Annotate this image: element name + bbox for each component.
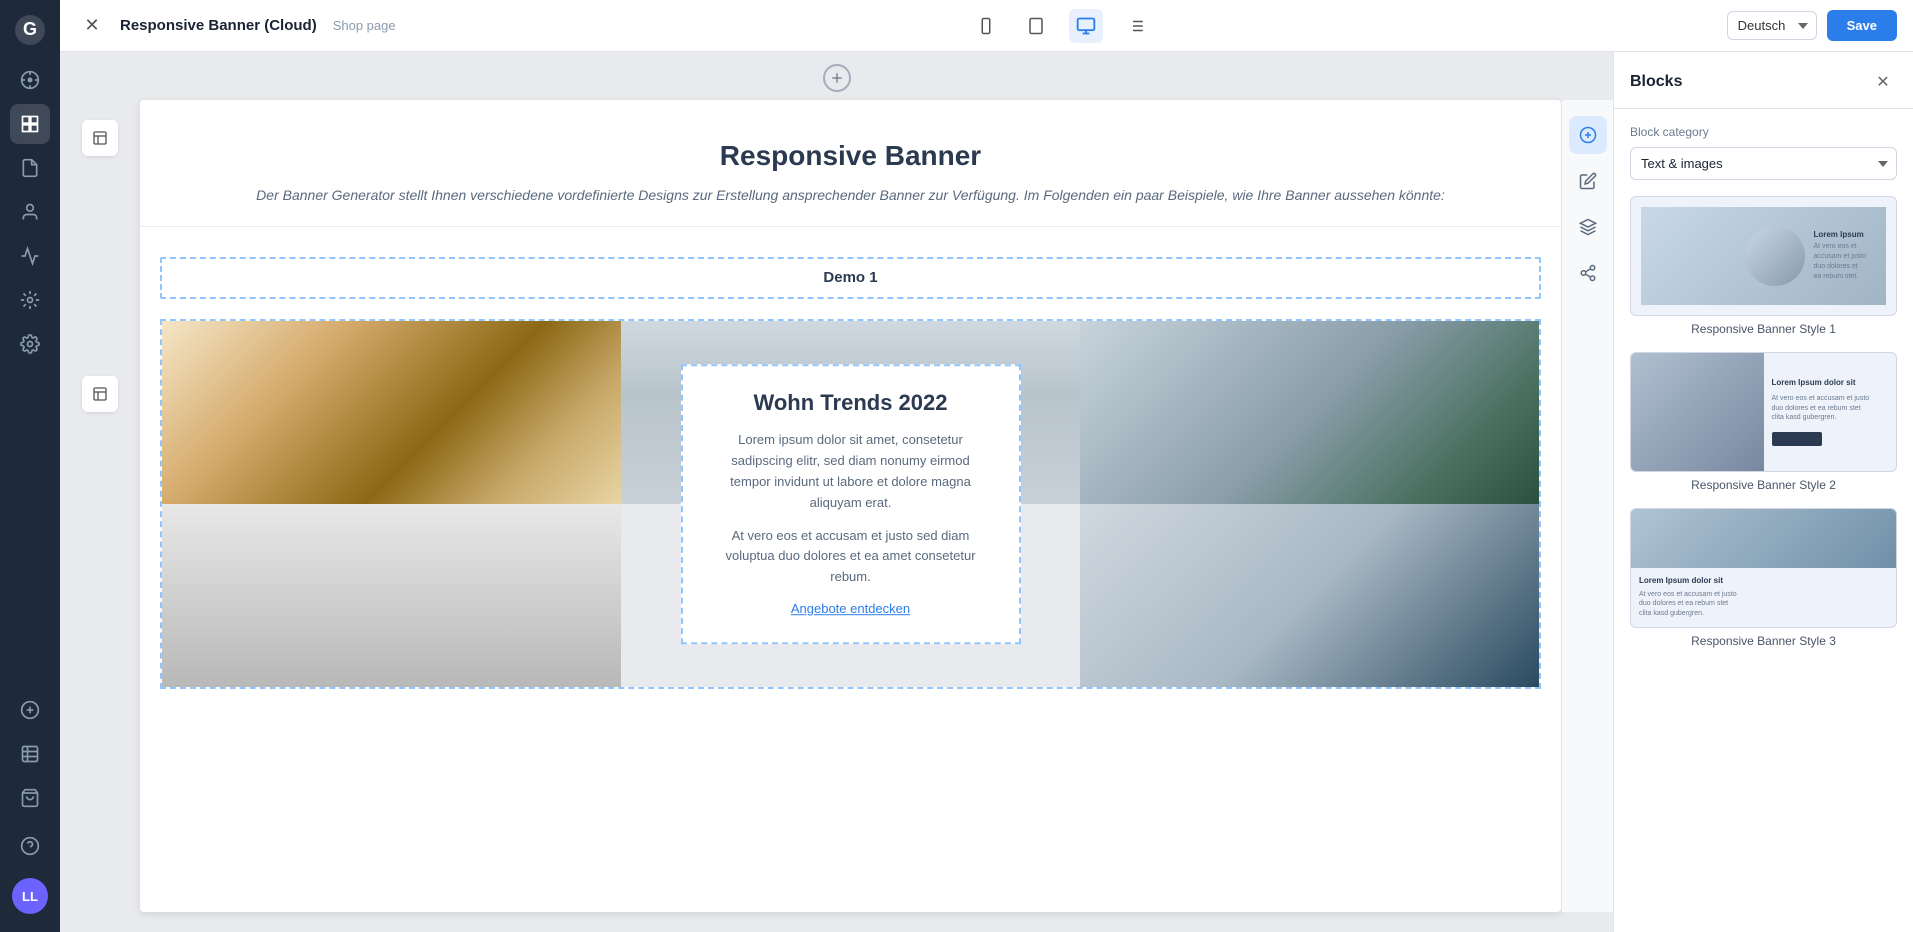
page-subtitle: Shop page [333,18,396,33]
mobile-view-button[interactable] [969,9,1003,43]
sidebar-item-table[interactable] [10,734,50,774]
add-block-bar [60,52,1613,100]
style1-circle [1745,226,1805,286]
block-style2-thumbnail[interactable]: Lorem Ipsum dolor sit At vero eos et acc… [1630,352,1897,472]
close-button[interactable]: ✕ [76,10,108,42]
editor-area: Responsive Banner Der Banner Generator s… [60,52,1613,932]
blocks-panel-close-button[interactable]: ✕ [1869,68,1897,96]
tool-share[interactable] [1569,254,1607,292]
style3-thumb-body: At vero eos et accusam et justoduo dolor… [1639,590,1888,619]
style2-thumb-title: Lorem Ipsum dolor sit [1772,378,1889,387]
main-wrapper: ✕ Responsive Banner (Cloud) Shop page De… [60,0,1913,932]
svg-text:G: G [23,19,37,39]
save-button[interactable]: Save [1827,10,1897,41]
content-area: Responsive Banner Der Banner Generator s… [60,52,1913,932]
sidebar-item-extensions[interactable] [10,280,50,320]
overlay-body2: At vero eos et accusam et justo sed diam… [711,526,991,588]
demo-label-box: Demo 1 [160,257,1541,299]
image-grid: Wohn Trends 2022 Lorem ipsum dolor sit a… [160,319,1541,689]
block-style1-thumbnail[interactable]: Lorem Ipsum At vero eos etaccusam et jus… [1630,196,1897,316]
page-title: Responsive Banner (Cloud) [120,17,317,34]
sidebar-item-layout[interactable] [10,104,50,144]
block-style1-item: Lorem Ipsum At vero eos etaccusam et jus… [1630,196,1897,336]
desktop-view-button[interactable] [1069,9,1103,43]
style1-preview: Lorem Ipsum At vero eos etaccusam et jus… [1631,197,1896,315]
right-tool-panel [1561,100,1613,912]
image-cell-sideboard [1080,504,1539,687]
style2-preview: Lorem Ipsum dolor sit At vero eos et acc… [1631,353,1896,471]
block-style2-label: Responsive Banner Style 2 [1630,478,1897,492]
style3-thumb-title: Lorem Ipsum dolor sit [1639,576,1888,585]
sidebar-item-dashboard[interactable] [10,60,50,100]
sidebar-item-add[interactable] [10,690,50,730]
style3-text: Lorem Ipsum dolor sit At vero eos et acc… [1631,568,1896,627]
style2-text: Lorem Ipsum dolor sit At vero eos et acc… [1764,353,1897,471]
tool-edit[interactable] [1569,162,1607,200]
style1-content: Lorem Ipsum At vero eos etaccusam et jus… [1745,226,1866,286]
app-logo[interactable]: G [10,10,50,50]
view-mode-switcher [408,9,1715,43]
tool-layers[interactable] [1569,208,1607,246]
style2-img [1631,353,1764,471]
style3-preview: Lorem Ipsum dolor sit At vero eos et acc… [1631,509,1896,627]
blocks-panel-header: Blocks ✕ [1614,52,1913,109]
blocks-panel-title: Blocks [1630,73,1682,91]
add-block-top-button[interactable] [823,64,851,92]
tablet-view-button[interactable] [1019,9,1053,43]
block-style1-label: Responsive Banner Style 1 [1630,322,1897,336]
tool-add-block[interactable] [1569,116,1607,154]
canvas-wrapper: Responsive Banner Der Banner Generator s… [60,100,1613,932]
canvas-left-tools [60,100,140,912]
sidebar-item-marketing[interactable] [10,236,50,276]
image-cell-mirror-room [1080,321,1539,504]
block-style3-item: Lorem Ipsum dolor sit At vero eos et acc… [1630,508,1897,648]
user-avatar[interactable]: LL [12,878,48,914]
canvas: Responsive Banner Der Banner Generator s… [140,100,1561,912]
sidebar-item-bag[interactable] [10,778,50,818]
style2-thumb-button [1772,432,1822,446]
banner-title: Responsive Banner [160,140,1541,172]
overlay-body1: Lorem ipsum dolor sit amet, consetetur s… [711,431,991,514]
canvas-tool-1[interactable] [82,120,118,156]
banner-header: Responsive Banner Der Banner Generator s… [140,100,1561,227]
block-style2-item: Lorem Ipsum dolor sit At vero eos et acc… [1630,352,1897,492]
image-cell-white-vase [162,504,621,687]
style1-thumb-body: At vero eos etaccusam et justoduo dolore… [1813,242,1866,281]
banner-subtitle: Der Banner Generator stellt Ihnen versch… [160,184,1541,206]
overlay-content-box: Wohn Trends 2022 Lorem ipsum dolor sit a… [681,365,1021,645]
sidebar-item-users[interactable] [10,192,50,232]
topbar: ✕ Responsive Banner (Cloud) Shop page De… [60,0,1913,52]
language-selector[interactable]: Deutsch English Français [1727,11,1817,40]
style1-text-block: Lorem Ipsum At vero eos etaccusam et jus… [1813,230,1866,281]
demo-label: Demo 1 [823,269,877,286]
blocks-panel: Blocks ✕ Block category Text & images He… [1613,52,1913,932]
sidebar-item-settings[interactable] [10,324,50,364]
image-cell-living-room [162,321,621,504]
style3-img [1631,509,1896,568]
overlay-link[interactable]: Angebote entdecken [791,601,910,616]
canvas-tool-2[interactable] [82,376,118,412]
sidebar-item-pages[interactable] [10,148,50,188]
sidebar-item-help[interactable] [10,826,50,866]
list-view-button[interactable] [1119,9,1153,43]
category-selector[interactable]: Text & images Hero Gallery Forms Navigat… [1630,147,1897,180]
style1-thumb-title: Lorem Ipsum [1813,230,1866,239]
block-style3-label: Responsive Banner Style 3 [1630,634,1897,648]
topbar-right: Deutsch English Français Save [1727,10,1897,41]
category-label: Block category [1630,125,1897,139]
overlay-title: Wohn Trends 2022 [711,391,991,417]
banner-demo-section: Demo 1 [140,227,1561,709]
left-sidebar: G LL [0,0,60,932]
block-style3-thumbnail[interactable]: Lorem Ipsum dolor sit At vero eos et acc… [1630,508,1897,628]
style2-thumb-body: At vero eos et accusam et justoduo dolor… [1772,394,1889,423]
blocks-panel-body: Block category Text & images Hero Galler… [1614,109,1913,932]
